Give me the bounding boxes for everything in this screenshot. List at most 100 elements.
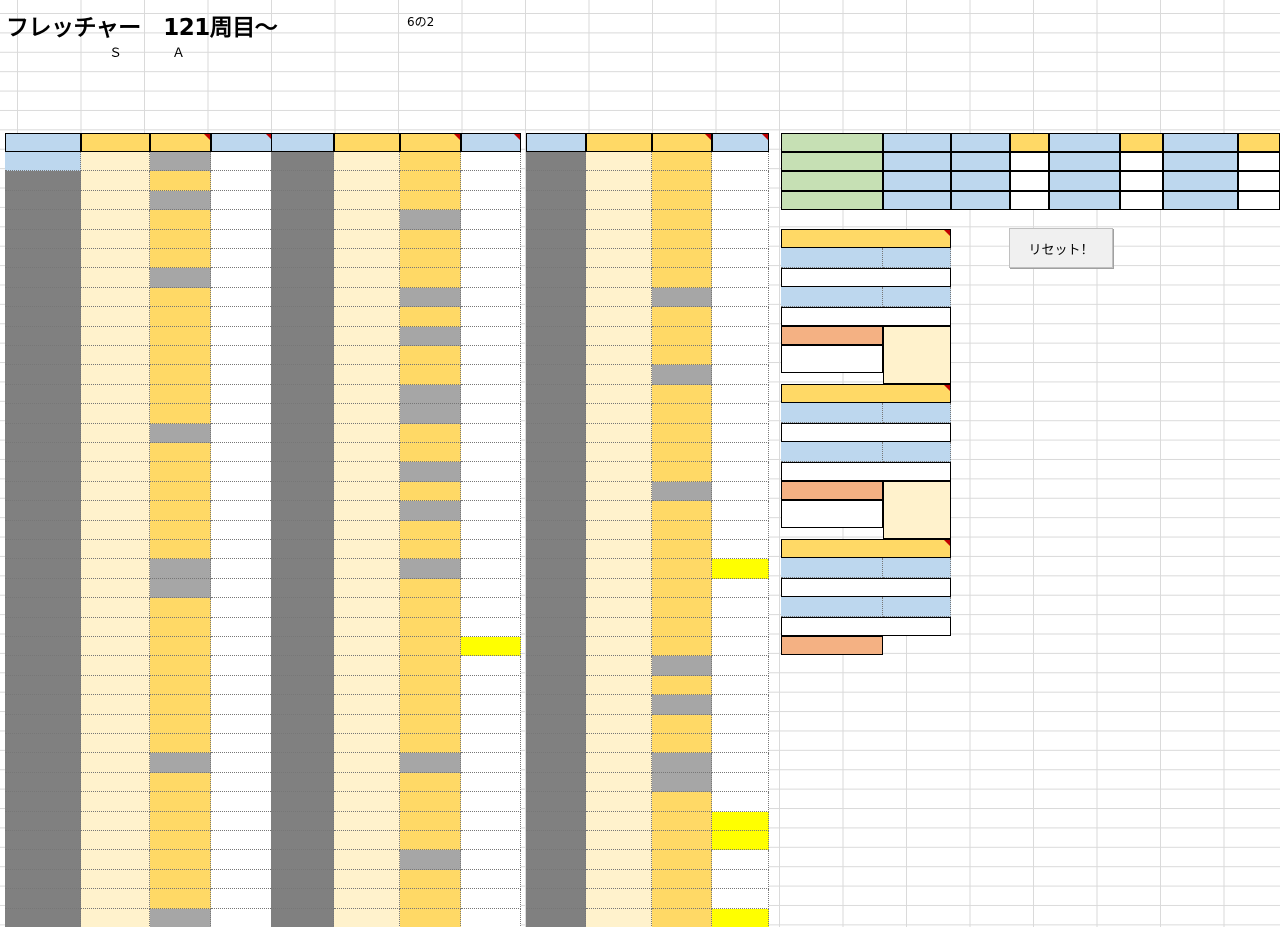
- battle-count-cell[interactable]: [81, 210, 150, 230]
- judgement-cell[interactable]: [400, 869, 461, 890]
- drop-cell[interactable]: [461, 384, 521, 405]
- date-cell[interactable]: [526, 443, 586, 463]
- judgement-cell[interactable]: [150, 307, 211, 327]
- judgement-cell[interactable]: [400, 152, 461, 172]
- date-cell[interactable]: [5, 346, 81, 366]
- date-cell[interactable]: [271, 811, 334, 831]
- drop-cell[interactable]: [461, 501, 521, 521]
- drop-cell[interactable]: [712, 714, 769, 734]
- judgement-cell[interactable]: [400, 190, 461, 211]
- battle-count-cell[interactable]: [81, 404, 150, 424]
- date-cell[interactable]: [526, 772, 586, 793]
- drop-cell[interactable]: [712, 637, 769, 657]
- battle-count-cell[interactable]: [81, 268, 150, 288]
- date-cell[interactable]: [526, 850, 586, 870]
- judgement-cell[interactable]: [652, 675, 712, 696]
- drop-cell[interactable]: [712, 481, 769, 502]
- date-cell[interactable]: [5, 772, 81, 793]
- drop-cell[interactable]: [211, 695, 273, 715]
- judgement-cell[interactable]: [150, 559, 211, 579]
- date-cell[interactable]: [5, 365, 81, 385]
- battle-count-cell[interactable]: [334, 326, 400, 346]
- steel-bauxite-value-row[interactable]: [781, 616, 951, 636]
- drop-cell[interactable]: [211, 559, 273, 579]
- judgement-cell[interactable]: [652, 637, 712, 657]
- drop-cell[interactable]: [211, 210, 273, 230]
- battle-count-cell[interactable]: [586, 695, 652, 715]
- date-cell[interactable]: [271, 656, 334, 676]
- battle-count-cell[interactable]: [586, 850, 652, 870]
- battle-count-cell[interactable]: [81, 540, 150, 560]
- battle-count-cell[interactable]: [334, 695, 400, 715]
- date-cell[interactable]: [271, 675, 334, 696]
- battle-count-cell[interactable]: [586, 249, 652, 269]
- drop-cell[interactable]: [461, 210, 521, 230]
- drop-cell[interactable]: [461, 326, 521, 346]
- judgement-cell[interactable]: [150, 268, 211, 288]
- battle-count-cell[interactable]: [81, 656, 150, 676]
- battle-count-cell[interactable]: [81, 171, 150, 191]
- date-cell[interactable]: [271, 326, 334, 346]
- date-cell[interactable]: [526, 249, 586, 269]
- battle-count-cell[interactable]: [334, 637, 400, 657]
- drop-cell[interactable]: [211, 637, 273, 657]
- date-cell[interactable]: [526, 540, 586, 560]
- battle-count-cell[interactable]: [586, 772, 652, 793]
- date-cell[interactable]: [271, 559, 334, 579]
- judgement-cell[interactable]: [652, 443, 712, 463]
- drop-cell[interactable]: [712, 889, 769, 909]
- date-cell[interactable]: [526, 384, 586, 405]
- drop-cell[interactable]: [211, 598, 273, 618]
- drop-cell[interactable]: [461, 675, 521, 696]
- date-cell[interactable]: [271, 190, 334, 211]
- drop-cell[interactable]: [712, 695, 769, 715]
- drop-cell[interactable]: [461, 559, 521, 579]
- drop-cell[interactable]: [211, 734, 273, 754]
- date-cell[interactable]: [526, 889, 586, 909]
- date-cell[interactable]: [5, 540, 81, 560]
- judgement-cell[interactable]: [652, 307, 712, 327]
- judgement-cell[interactable]: [400, 656, 461, 676]
- judgement-cell[interactable]: [150, 869, 211, 890]
- battle-count-cell[interactable]: [586, 210, 652, 230]
- judgement-cell[interactable]: [150, 714, 211, 734]
- battle-count-cell[interactable]: [586, 365, 652, 385]
- judgement-cell[interactable]: [652, 792, 712, 812]
- date-cell[interactable]: [5, 714, 81, 734]
- battle-count-cell[interactable]: [334, 908, 400, 927]
- drop-cell[interactable]: [712, 753, 769, 773]
- judgement-cell[interactable]: [150, 423, 211, 443]
- date-cell[interactable]: [5, 171, 81, 191]
- judgement-cell[interactable]: [150, 462, 211, 482]
- drop-cell[interactable]: [211, 481, 273, 502]
- judgement-cell[interactable]: [150, 443, 211, 463]
- date-cell[interactable]: [526, 287, 586, 308]
- battle-count-cell[interactable]: [586, 540, 652, 560]
- drop-cell[interactable]: [712, 190, 769, 211]
- judgement-cell[interactable]: [150, 617, 211, 637]
- drop-cell[interactable]: [712, 656, 769, 676]
- date-cell[interactable]: [271, 501, 334, 521]
- date-cell[interactable]: [526, 520, 586, 540]
- date-cell[interactable]: [5, 190, 81, 211]
- judgement-cell[interactable]: [652, 404, 712, 424]
- drop-cell[interactable]: [211, 772, 273, 793]
- drop-cell[interactable]: [712, 365, 769, 385]
- date-cell[interactable]: [5, 850, 81, 870]
- date-cell[interactable]: [271, 889, 334, 909]
- battle-count-cell[interactable]: [81, 772, 150, 793]
- drop-cell[interactable]: [712, 559, 769, 579]
- date-cell[interactable]: [526, 462, 586, 482]
- battle-count-cell[interactable]: [81, 734, 150, 754]
- judgement-cell[interactable]: [150, 501, 211, 521]
- battle-count-cell[interactable]: [334, 520, 400, 540]
- judgement-cell[interactable]: [652, 210, 712, 230]
- date-cell[interactable]: [526, 307, 586, 327]
- judgement-cell[interactable]: [400, 307, 461, 327]
- date-cell[interactable]: [271, 792, 334, 812]
- judgement-cell[interactable]: [400, 559, 461, 579]
- date-cell[interactable]: [526, 811, 586, 831]
- date-cell[interactable]: [5, 695, 81, 715]
- battle-count-cell[interactable]: [334, 190, 400, 211]
- date-cell[interactable]: [271, 423, 334, 443]
